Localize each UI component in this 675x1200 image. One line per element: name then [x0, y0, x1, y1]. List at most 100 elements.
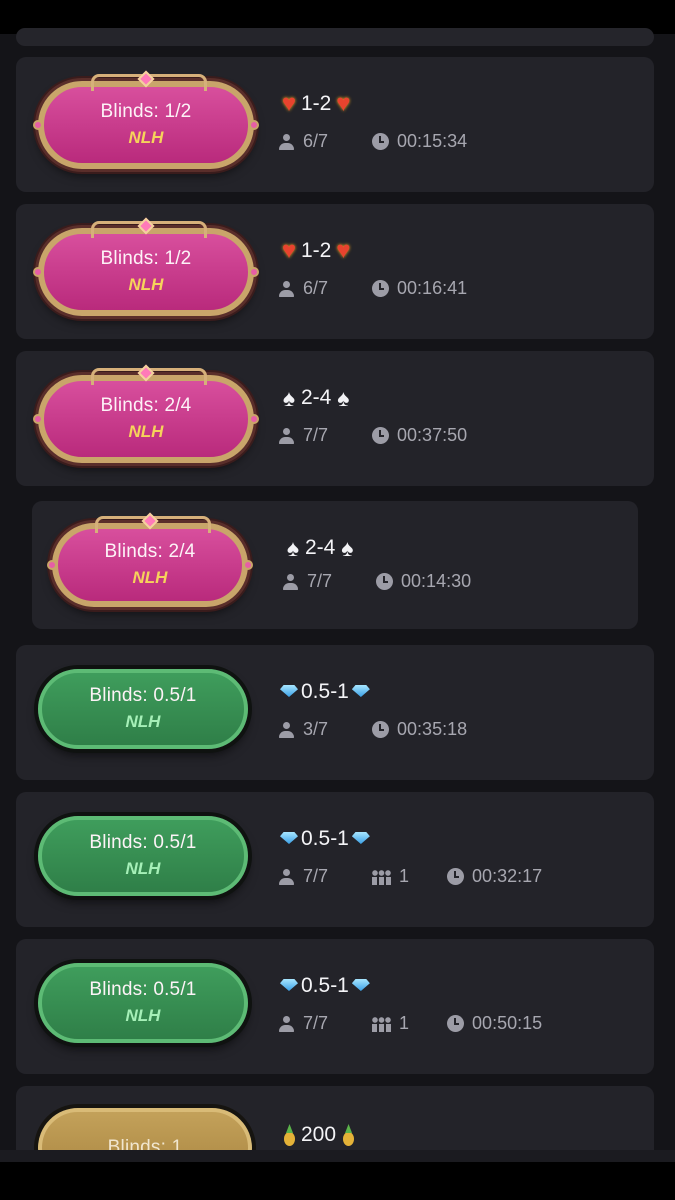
player-count: 7/7: [307, 571, 333, 591]
table-name-text: 1-2: [301, 92, 332, 115]
blinds-label: Blinds: 1/2: [100, 248, 192, 269]
table-name-text: 0.5-1: [301, 974, 349, 997]
player-count: 6/7: [303, 278, 329, 298]
table-card-partial[interactable]: [16, 28, 654, 46]
table-meta: 3/7 00:35:18: [278, 719, 467, 740]
group-icon: [372, 868, 392, 885]
gem-ornament-icon: [137, 217, 155, 235]
player-count: 7/7: [303, 866, 329, 886]
clock-icon: [372, 721, 390, 738]
table-timer: 00:37:50: [397, 425, 468, 445]
heart-icon: [278, 93, 300, 115]
table-name: 1-2: [278, 92, 354, 116]
table-meta: 7/7 00:14:30: [282, 571, 471, 592]
ornament-icon: [33, 267, 43, 277]
blinds-label: Blinds: 0.5/1: [89, 685, 197, 706]
ornament-icon: [33, 414, 43, 424]
table-badge[interactable]: Blinds: 1/2 NLH: [33, 70, 259, 169]
blinds-label: Blinds: 2/4: [104, 541, 196, 562]
clock-icon: [372, 427, 390, 444]
diamond-icon: [278, 975, 300, 997]
diamond-icon: [350, 975, 372, 997]
table-card[interactable]: Blinds: 2/4 NLH 2-4 7/7 00:37:50: [16, 351, 654, 486]
person-icon: [278, 721, 295, 738]
clock-icon: [372, 133, 390, 150]
gem-ornament-icon: [137, 364, 155, 382]
player-count: 7/7: [303, 1013, 329, 1033]
table-card[interactable]: Blinds: 2/4 NLH 2-4 7/7 00:14:30: [32, 501, 638, 629]
table-name: 0.5-1: [278, 680, 372, 704]
table-name-text: 0.5-1: [301, 827, 349, 850]
table-card[interactable]: Blinds: 0.5/1 NLH 0.5-1 3/7 00:35:18: [16, 645, 654, 780]
blinds-label: Blinds: 1/2: [100, 101, 192, 122]
player-count: 7/7: [303, 425, 329, 445]
game-type: NLH: [132, 568, 168, 587]
table-name-text: 2-4: [305, 536, 336, 559]
game-lobby-screen: Blinds: 1/2 NLH 1-2 6/7 00:15:34 Blinds:…: [0, 0, 675, 1200]
person-icon: [278, 1015, 295, 1032]
diamond-icon: [278, 681, 300, 703]
table-name: 200: [278, 1123, 359, 1147]
table-name-text: 2-4: [301, 386, 332, 409]
clock-icon: [376, 573, 394, 590]
table-badge[interactable]: Blinds: 1/2 NLH: [33, 217, 259, 316]
game-type: NLH: [128, 128, 164, 147]
player-count: 3/7: [303, 719, 329, 739]
blinds-label: Blinds: 2/4: [100, 395, 192, 416]
game-type: NLH: [128, 422, 164, 441]
table-meta: 6/7 00:16:41: [278, 278, 467, 299]
table-card[interactable]: Blinds: 1/2 NLH 1-2 6/7 00:15:34: [16, 57, 654, 192]
table-timer: 00:14:30: [401, 571, 472, 591]
ornament-icon: [33, 120, 43, 130]
clock-icon: [447, 868, 465, 885]
table-card[interactable]: Blinds: 1/2 NLH 1-2 6/7 00:16:41: [16, 204, 654, 339]
table-badge[interactable]: Blinds: 0.5/1 NLH: [38, 963, 248, 1043]
diamond-icon: [350, 681, 372, 703]
spade-icon: [336, 537, 358, 559]
game-type: NLH: [125, 712, 161, 731]
heart-icon: [332, 240, 354, 262]
pineapple-icon: [337, 1124, 359, 1146]
blinds-label: Blinds: 0.5/1: [89, 979, 197, 1000]
person-icon: [278, 427, 295, 444]
person-icon: [278, 133, 295, 150]
spade-icon: [278, 387, 300, 409]
ornament-icon: [249, 267, 259, 277]
table-card[interactable]: Blinds: 0.5/1 NLH 0.5-1 7/7 1 00:50:15: [16, 939, 654, 1074]
table-badge[interactable]: Blinds: 2/4 NLH: [33, 364, 259, 463]
table-name-text: 200: [301, 1123, 337, 1146]
gem-ornament-icon: [137, 70, 155, 88]
navigation-bar: [0, 1162, 675, 1200]
ornament-icon: [243, 560, 253, 570]
ornament-icon: [47, 560, 57, 570]
group-icon: [372, 1015, 392, 1032]
heart-icon: [278, 240, 300, 262]
table-meta: 6/7 00:15:34: [278, 131, 467, 152]
observer-count: 1: [399, 866, 410, 886]
ornament-icon: [249, 414, 259, 424]
table-timer: 00:35:18: [397, 719, 468, 739]
table-badge[interactable]: Blinds: 0.5/1 NLH: [38, 669, 248, 749]
table-card[interactable]: Blinds: 0.5/1 NLH 0.5-1 7/7 1 00:32:17: [16, 792, 654, 927]
diamond-icon: [278, 828, 300, 850]
blinds-label: Blinds: 0.5/1: [89, 832, 197, 853]
gem-ornament-icon: [141, 512, 159, 530]
table-timer: 00:50:15: [472, 1013, 543, 1033]
table-badge[interactable]: Blinds: 2/4 NLH: [47, 512, 253, 607]
clock-icon: [372, 280, 390, 297]
table-timer: 00:32:17: [472, 866, 543, 886]
table-meta: 7/7 00:37:50: [278, 425, 467, 446]
person-icon: [282, 573, 299, 590]
player-count: 6/7: [303, 131, 329, 151]
table-badge[interactable]: Blinds: 0.5/1 NLH: [38, 816, 248, 896]
heart-icon: [332, 93, 354, 115]
table-timer: 00:15:34: [397, 131, 468, 151]
ornament-icon: [249, 120, 259, 130]
table-timer: 00:16:41: [397, 278, 468, 298]
observer-count: 1: [399, 1013, 410, 1033]
game-type: NLH: [125, 859, 161, 878]
person-icon: [278, 868, 295, 885]
clock-icon: [447, 1015, 465, 1032]
table-meta: 7/7 1 00:32:17: [278, 866, 542, 887]
diamond-icon: [350, 828, 372, 850]
